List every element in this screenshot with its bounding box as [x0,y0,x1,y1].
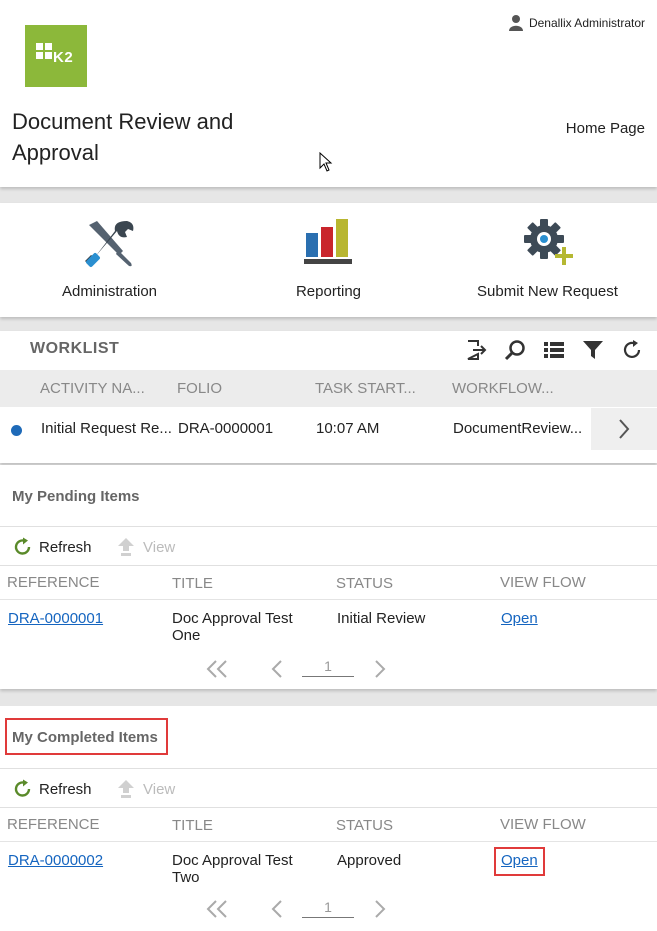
administration-tile[interactable]: Administration [0,203,219,317]
pending-header-row: REFERENCE TITLE STATUS VIEW FLOW [0,565,657,600]
reference-link[interactable]: DRA-0000001 [8,610,103,627]
submit-new-request-tile[interactable]: Submit New Request [438,203,657,317]
view-arrow-icon [118,780,134,798]
refresh-icon [14,779,31,797]
row-open-button[interactable] [591,408,657,450]
title-cell-line2: One [172,627,201,644]
completed-header-row: REFERENCE TITLE STATUS VIEW FLOW [0,807,657,842]
status-cell: Approved [337,852,402,869]
worklist-row[interactable]: Initial Request Re... DRA-0000001 10:07 … [0,408,657,450]
reference-link[interactable]: DRA-0000002 [8,852,103,869]
worklist-title: WORKLIST [30,340,120,357]
completed-pager: 1 [0,891,657,931]
status-cell: Initial Review [337,610,426,627]
task-start-cell: 10:07 AM [316,420,380,437]
status-dot [11,425,22,436]
home-page-link[interactable]: Home Page [566,120,645,137]
pending-items-panel: My Pending Items Refresh View REFERENCE … [0,465,657,689]
column-reference[interactable]: REFERENCE [7,574,100,591]
column-activity-name[interactable]: ACTIVITY NA... [40,380,145,397]
next-page-icon[interactable] [373,659,387,679]
k2-logo[interactable]: K2 [25,25,87,87]
title-cell-line1: Doc Approval Test [172,610,293,627]
page-number[interactable]: 1 [302,658,354,677]
folio-cell: DRA-0000001 [178,420,274,437]
column-view-flow[interactable]: VIEW FLOW [500,574,586,591]
prev-page-icon[interactable] [270,899,284,919]
column-reference[interactable]: REFERENCE [7,816,100,833]
column-status[interactable]: STATUS [336,817,393,834]
user-name: Denallix Administrator [528,15,645,30]
completed-items-panel: My Completed Items Refresh View REFERENC… [0,706,657,931]
title-cell-line2: Two [172,869,200,886]
worklist-header-row: ACTIVITY NA... FOLIO TASK START... WORKF… [0,370,657,407]
pending-items-title: My Pending Items [12,488,140,505]
filter-icon[interactable] [582,339,604,361]
view-label: View [143,780,176,798]
administration-label: Administration [61,283,158,300]
view-arrow-icon [118,538,134,556]
gear-plus-icon [523,219,573,265]
header: K2 Denallix Administrator Document Revie… [0,0,657,187]
chevron-right-icon [619,419,630,439]
user-menu[interactable]: Denallix Administrator [508,14,645,31]
completed-items-title: My Completed Items [12,729,158,746]
search-icon[interactable] [504,339,526,361]
highlight-box [494,847,545,876]
refresh-icon[interactable] [621,339,643,361]
reporting-label: Reporting [295,283,362,300]
column-workflow[interactable]: WORKFLOW... [452,380,554,397]
reporting-tile[interactable]: Reporting [219,203,438,317]
list-icon[interactable] [543,339,565,361]
bar-chart-icon [303,219,352,264]
pending-refresh-button[interactable]: Refresh [13,537,92,557]
column-view-flow[interactable]: VIEW FLOW [500,816,586,833]
page-title: Document Review and Approval [12,109,234,165]
tools-icon [84,221,133,267]
column-title[interactable]: TITLE [172,817,213,834]
page-number[interactable]: 1 [302,899,354,918]
completed-toolbar: Refresh View [0,768,657,808]
open-flow-link[interactable]: Open [501,610,538,627]
completed-refresh-button[interactable]: Refresh [13,779,92,799]
pending-pager: 1 [0,650,657,690]
column-title[interactable]: TITLE [172,575,213,592]
next-page-icon[interactable] [373,899,387,919]
user-icon [508,15,523,31]
column-status[interactable]: STATUS [336,575,393,592]
column-task-start[interactable]: TASK START... [315,380,416,397]
refresh-label: Refresh [39,780,92,798]
action-tiles: Administration Reporting Submit New Requ… [0,203,657,317]
table-row[interactable]: DRA-0000002 Doc Approval Test Two Approv… [0,844,657,888]
refresh-label: Refresh [39,538,92,556]
export-icon[interactable] [465,339,487,361]
column-folio[interactable]: FOLIO [177,380,222,397]
activity-cell: Initial Request Re... [41,420,172,437]
prev-page-icon[interactable] [270,659,284,679]
mouse-cursor-icon [319,152,333,172]
pending-toolbar: Refresh View [0,526,657,566]
refresh-icon [14,537,31,555]
submit-new-request-label: Submit New Request [477,283,618,300]
logo-text: K2 [53,49,74,66]
completed-view-button[interactable]: View [117,779,175,799]
title-cell-line1: Doc Approval Test [172,852,293,869]
worklist-panel: WORKLIST ACTIVITY NA... FOLIO TASK START… [0,331,657,463]
pending-view-button[interactable]: View [117,537,175,557]
workflow-cell: DocumentReview... [453,420,583,437]
table-row[interactable]: DRA-0000001 Doc Approval Test One Initia… [0,602,657,646]
first-page-icon[interactable] [205,659,229,679]
first-page-icon[interactable] [205,899,229,919]
view-label: View [143,538,176,556]
